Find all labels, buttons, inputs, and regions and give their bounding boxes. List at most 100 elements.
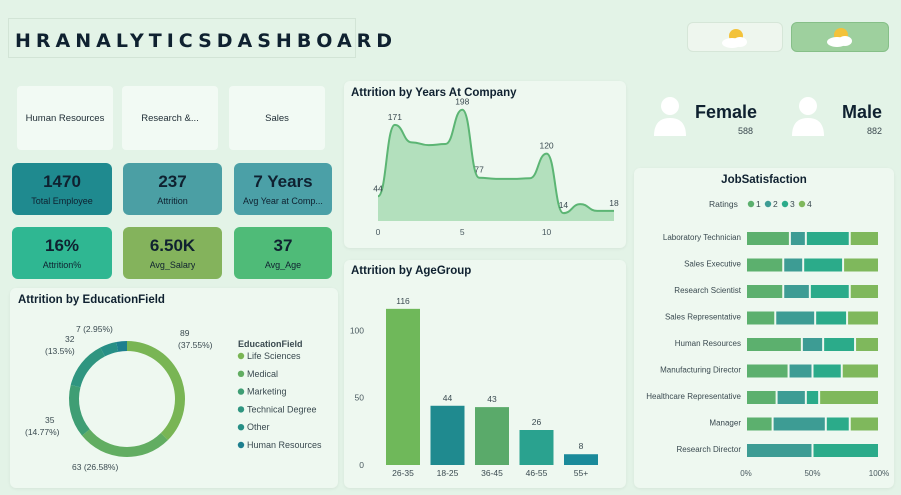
slice-label: (13.5%) bbox=[45, 346, 75, 356]
data-label: 44 bbox=[373, 183, 383, 193]
age-bar-chart: 100 50 0 116 26-35 44 18-25 43 36-45 26 46-55 8 55+ bbox=[350, 296, 598, 478]
kpi-value: 7 Years bbox=[253, 172, 313, 191]
slicer-label: Sales bbox=[265, 112, 289, 124]
kpi-label: Attrition% bbox=[42, 260, 82, 270]
legend-title: EducationField bbox=[238, 339, 303, 349]
stacked-bar-segment bbox=[813, 444, 878, 457]
stacked-bar-segment bbox=[824, 338, 855, 351]
kpi-avg-age: 37 Avg_Age bbox=[234, 227, 332, 279]
years-at-company-panel: Attrition by Years At Company 44 171 198 77… bbox=[344, 81, 626, 248]
category-label: Laboratory Technician bbox=[663, 233, 741, 242]
x-tick-label: 46-55 bbox=[526, 468, 548, 478]
dashboard-title-box: HRANALYTICSDASHBOARD bbox=[8, 18, 392, 58]
legend-marker bbox=[237, 441, 245, 449]
gender-count: 588 bbox=[738, 126, 754, 136]
data-label: 120 bbox=[539, 141, 553, 151]
data-label: 18 bbox=[609, 198, 619, 208]
category-label: Research Director bbox=[677, 445, 742, 454]
stacked-bar-segment bbox=[848, 311, 878, 325]
years-area-chart: 44 171 198 77 120 14 18 0 5 10 bbox=[373, 97, 619, 237]
legend-label: Human Resources bbox=[247, 440, 322, 450]
light-theme-button[interactable] bbox=[687, 22, 783, 52]
x-tick-label: 50% bbox=[804, 469, 820, 478]
x-tick-label: 26-35 bbox=[392, 468, 414, 478]
donut-slice bbox=[69, 384, 90, 436]
slice-label: (14.77%) bbox=[25, 427, 60, 437]
legend-marker bbox=[237, 370, 245, 377]
legend-label: Medical bbox=[247, 369, 278, 379]
category-label: Sales Representative bbox=[665, 313, 742, 322]
stacked-bar-segment bbox=[842, 364, 878, 378]
stacked-bar-segment bbox=[773, 417, 825, 431]
stacked-bar-segment bbox=[826, 417, 849, 431]
data-label: 8 bbox=[579, 441, 584, 451]
slice-label: 89 bbox=[180, 328, 190, 338]
stacked-bar-segment bbox=[747, 338, 801, 351]
x-tick-label: 100% bbox=[869, 469, 889, 478]
slice-label: 35 bbox=[45, 415, 55, 425]
stacked-bar-segment bbox=[784, 285, 809, 298]
kpi-attrition-percent: 16% Attrition% bbox=[12, 227, 112, 279]
slicer-sales[interactable]: Sales bbox=[229, 86, 325, 150]
x-tick-label: 5 bbox=[460, 227, 465, 237]
legend-marker bbox=[747, 200, 755, 208]
donut-slice bbox=[81, 429, 168, 457]
data-label: 198 bbox=[455, 97, 469, 107]
kpi-value: 237 bbox=[158, 172, 187, 191]
kpi-avg-years: 7 Years Avg Year at Comp... bbox=[234, 163, 332, 215]
legend-label: Life Sciences bbox=[247, 351, 301, 361]
data-label: 14 bbox=[559, 200, 569, 210]
legend-title: Ratings bbox=[709, 199, 738, 209]
female-icon bbox=[654, 97, 686, 136]
stacked-bar-segment bbox=[850, 285, 878, 298]
gender-female-card: Female 588 bbox=[640, 90, 758, 142]
legend-marker bbox=[798, 200, 806, 208]
legend-marker bbox=[237, 406, 245, 413]
gender-label: Female bbox=[695, 102, 758, 122]
x-tick-label: 36-45 bbox=[481, 468, 503, 478]
kpi-attrition: 237 Attrition bbox=[123, 163, 222, 215]
slicer-label: Human Resources bbox=[25, 112, 105, 124]
job-satisfaction-chart: Ratings 1 2 3 4 Laboratory Technician Sales Ex… bbox=[646, 199, 889, 478]
stacked-bar-segment bbox=[747, 258, 783, 272]
stacked-bar-segment bbox=[747, 417, 772, 431]
x-tick-label: 0 bbox=[376, 227, 381, 237]
kpi-label: Attrition bbox=[157, 196, 188, 206]
y-tick-label: 0 bbox=[359, 460, 364, 470]
slicer-research[interactable]: Research &... bbox=[122, 86, 218, 150]
slice-label: (37.55%) bbox=[178, 340, 213, 350]
stacked-bar-segment bbox=[806, 232, 849, 245]
education-donut-chart: 89 (37.55%) 63 (26.58%) 35 (14.77%) 32 (13.5%)… bbox=[25, 324, 322, 472]
slice-label: 7 (2.95%) bbox=[76, 324, 113, 334]
stacked-bar-segment bbox=[747, 285, 783, 298]
stacked-bar-segment bbox=[777, 391, 805, 404]
slicer-human-resources[interactable]: Human Resources bbox=[17, 86, 113, 150]
kpi-value: 1470 bbox=[43, 172, 81, 191]
stacked-bar-segment bbox=[747, 391, 776, 404]
dark-theme-button[interactable] bbox=[791, 22, 889, 52]
stacked-bar-segment bbox=[747, 364, 788, 378]
stacked-bar-segment bbox=[776, 311, 815, 325]
stacked-bar-segment bbox=[784, 258, 803, 272]
stacked-bar-segment bbox=[747, 232, 789, 245]
x-tick-label: 55+ bbox=[574, 468, 588, 478]
legend-label: 2 bbox=[773, 199, 778, 209]
y-tick-label: 50 bbox=[355, 393, 365, 403]
slice-label: 32 bbox=[65, 334, 75, 344]
kpi-avg-salary: 6.50K Avg_Salary bbox=[123, 227, 222, 279]
kpi-total-employee: 1470 Total Employee bbox=[12, 163, 112, 215]
category-label: Sales Executive bbox=[684, 260, 741, 269]
kpi-label: Avg_Age bbox=[264, 260, 302, 270]
gender-male-card: Male 882 bbox=[780, 90, 895, 142]
stacked-bar-segment bbox=[850, 417, 878, 431]
gender-label: Male bbox=[842, 102, 883, 122]
sun-cloud-icon bbox=[827, 28, 852, 47]
data-label: 77 bbox=[474, 165, 484, 175]
kpi-label: Avg Year at Comp... bbox=[243, 196, 323, 206]
kpi-label: Total Employee bbox=[31, 196, 93, 206]
legend-marker bbox=[237, 424, 245, 431]
stacked-bar-segment bbox=[816, 311, 847, 325]
kpi-label: Avg_Salary bbox=[149, 260, 196, 270]
legend-marker bbox=[237, 388, 245, 395]
y-tick-label: 100 bbox=[350, 325, 364, 335]
